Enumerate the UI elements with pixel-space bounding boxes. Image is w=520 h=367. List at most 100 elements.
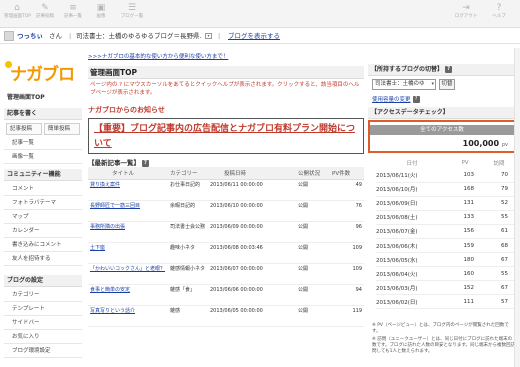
table-row: 土下座 趣味小ネタ 2013/06/08 00:03:46 公開 109 — [88, 242, 364, 264]
sidebar-item-calendar[interactable]: カレンダー — [4, 225, 82, 238]
toolbar-logout[interactable]: ⇥ ログアウト — [450, 3, 482, 20]
post-title-link[interactable]: 貸り換え案件 — [90, 182, 120, 188]
show-blog-link[interactable]: ブログを表示する — [228, 28, 280, 44]
post-title-link[interactable]: 「かわいいコックさん」と老眼？ — [90, 266, 165, 272]
stats-pv: 152 — [448, 280, 482, 296]
post-category: 余暇日記的 — [168, 200, 208, 222]
stats-row: 2013/06/10(月) 168 79 — [376, 182, 516, 197]
capacity-change-link[interactable]: 使用容量の変更 — [372, 97, 411, 103]
stats-row: 2013/06/06(木) 159 68 — [376, 238, 516, 254]
stats-visits: 67 — [482, 252, 516, 268]
post-title-link[interactable]: 写真写りという話介 — [90, 308, 135, 314]
home-icon: ⌂ — [14, 3, 20, 13]
sidebar-item-category[interactable]: カテゴリー — [4, 289, 82, 302]
stats-visits: 79 — [482, 182, 516, 197]
announcement-link[interactable]: 【重要】ブログ記事内の広告配信とナガブロ有料プラン開始について — [88, 118, 364, 154]
sidebar-tab-post[interactable]: 記事投稿 — [6, 123, 42, 135]
post-date: 2013/06/10 00:00:00 — [208, 200, 296, 222]
nagablo-logo[interactable]: ナガブロ — [4, 58, 80, 88]
col-status: 公開状況 — [296, 167, 330, 180]
col-date: 日付 — [406, 160, 418, 167]
post-category: 雑感 — [168, 305, 208, 327]
visit-footnote: ※ 訪問（ユニークユーザー）とは、同じ日付にブログに訪れた端末の数です。ブログに… — [372, 337, 515, 354]
sidebar-item-sidebar[interactable]: サイドバー — [4, 317, 82, 330]
sidebar-item-post-comments[interactable]: 書き込みにコメント — [4, 239, 82, 252]
sidebar-item-favorites[interactable]: お気に入り — [4, 331, 82, 344]
sidebar-section-settings: ブログの設定 — [4, 275, 82, 287]
stats-visits: 68 — [482, 238, 516, 254]
stats-visits: 55 — [482, 266, 516, 282]
vertical-scrollbar[interactable] — [514, 48, 520, 367]
post-title-link[interactable]: 事務所隣の出張 — [90, 224, 125, 230]
post-pv: 109 — [330, 242, 364, 264]
post-title-cell: 貸り換え案件 — [88, 179, 168, 201]
post-pv: 109 — [330, 263, 364, 285]
stats-row: 2013/06/08(土) 133 55 — [376, 210, 516, 225]
toolbar-blogs-label: ブログー覧 — [120, 14, 144, 19]
stats-row: 2013/06/04(火) 160 55 — [376, 266, 516, 282]
post-date: 2013/06/05 00:00:00 — [208, 305, 296, 327]
help-icon[interactable]: ? — [412, 96, 420, 103]
table-row: 写真写りという話介 雑感 2013/06/05 00:00:00 公開 119 — [88, 305, 364, 327]
username-suffix: さん — [49, 32, 62, 40]
stats-date: 2013/06/10(月) — [376, 182, 448, 197]
toolbar-home[interactable]: ⌂ 管理画面TOP — [4, 3, 31, 20]
sidebar-top-link[interactable]: 管理画面TOP — [7, 92, 45, 101]
blog-select[interactable]: 司法書士：土橋のゆ ▾ — [372, 79, 436, 90]
post-title-cell: 長野師匠で一筋三回目 — [88, 200, 168, 222]
toolbar-list-label: 記事一覧 — [64, 14, 82, 19]
sidebar-item-images[interactable]: 画像一覧 — [4, 151, 82, 164]
sidebar-tab-simple-post[interactable]: 簡単投稿 — [44, 123, 80, 135]
toolbar-list[interactable]: ≡ 記事一覧 — [60, 3, 86, 20]
post-date: 2013/06/06 00:00:00 — [208, 284, 296, 306]
blog-select-value: 司法書士：土橋のゆ — [375, 81, 425, 87]
stats-pv: 131 — [448, 196, 482, 211]
sidebar-item-comments[interactable]: コメント — [4, 183, 82, 196]
usage-guide-link[interactable]: >>>ナガブロの基本的な使い方から便利な使い方まで！ — [88, 52, 364, 60]
image-icon: ▣ — [96, 3, 106, 13]
post-title-cell: 「かわいいコックさん」と老眼？ — [88, 263, 168, 285]
post-title-link[interactable]: 食事と簡単の安定 — [90, 287, 130, 293]
post-title-link[interactable]: 土下座 — [90, 245, 105, 251]
stats-visits: 61 — [482, 224, 516, 239]
help-icon: ? — [496, 3, 502, 13]
blog-switch-header: 【所持するブログの切替】? — [368, 64, 516, 76]
help-icon[interactable]: ? — [142, 159, 149, 167]
total-access-unit: pv — [501, 142, 508, 148]
sidebar-item-articles[interactable]: 記事一覧 — [4, 137, 82, 150]
sidebar-item-template[interactable]: テンプレート — [4, 303, 82, 316]
switch-blog-button[interactable]: 切替 — [439, 79, 455, 90]
post-title-link[interactable]: 長野師匠で一筋三回目 — [90, 203, 140, 209]
post-title-cell: 事務所隣の出張 — [88, 221, 168, 243]
post-pv: 119 — [330, 305, 364, 327]
stats-visits: 52 — [482, 196, 516, 211]
post-status: 公開 — [296, 200, 330, 222]
sidebar-item-blog-settings[interactable]: ブログ環境設定 — [4, 345, 82, 358]
toolbar-blogs[interactable]: ☰ ブログー覧 — [116, 3, 148, 20]
stats-pv: 160 — [448, 266, 482, 282]
access-stats-table: 日付 PV 訪問 2013/06/11(火) 103 70 2013/06/10(月… — [376, 157, 516, 310]
capacity-change-row: 使用容量の変更? — [372, 95, 420, 103]
help-icon[interactable]: ? — [445, 66, 453, 73]
right-panel: 【所持するブログの切替】? 司法書士：土橋のゆ ▾ 切替 使用容量の変更? 【ア… — [368, 48, 518, 367]
username-link[interactable]: つっちぃ — [17, 28, 43, 44]
post-title-cell: 写真写りという話介 — [88, 305, 168, 327]
toolbar-help-label: ヘルプ — [492, 14, 506, 19]
pv-footnote: ※ PV（ページビュー）とは、ブログ内のページが閲覧された回数です。 — [372, 323, 509, 334]
blog-dropdown-button[interactable]: ▾ — [205, 33, 212, 39]
sidebar: ナガブロ 管理画面TOP 記事を書く 記事投稿 簡単投稿 記事一覧 画像一覧 コ… — [0, 48, 84, 367]
current-blog-name: 司法書士：土橋のゆるゆるブログ＝長野県… — [76, 32, 202, 40]
sidebar-item-photorava[interactable]: フォトラバテーマ — [4, 197, 82, 210]
total-access-label: 全てのアクセス数 — [370, 125, 514, 135]
list-icon: ≡ — [69, 3, 77, 13]
post-status: 公開 — [296, 221, 330, 243]
post-status: 公開 — [296, 263, 330, 285]
toolbar-images[interactable]: ▣ 画像 — [88, 3, 114, 20]
toolbar-help[interactable]: ? ヘルプ — [486, 3, 512, 20]
sidebar-item-map[interactable]: マップ — [4, 211, 82, 224]
post-status: 公開 — [296, 179, 330, 201]
stats-date: 2013/06/08(土) — [376, 210, 448, 225]
post-date: 2013/06/09 00:00:00 — [208, 221, 296, 243]
toolbar-post[interactable]: ✎ 記事投稿 — [32, 3, 58, 20]
sidebar-item-invite[interactable]: 友人を招待する — [4, 253, 82, 266]
